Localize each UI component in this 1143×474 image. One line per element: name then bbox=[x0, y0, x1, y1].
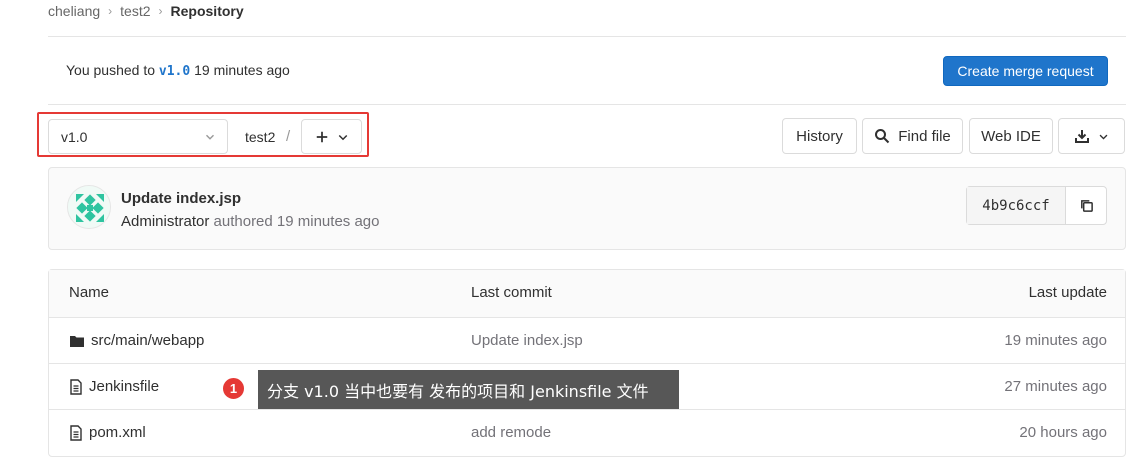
updated-time: 20 hours ago bbox=[1019, 424, 1107, 441]
table-row[interactable]: pom.xml add remode 20 hours ago bbox=[49, 409, 1125, 455]
push-notice: You pushed to v1.0 19 minutes ago bbox=[66, 62, 290, 79]
annotation-number-badge: 1 bbox=[221, 376, 246, 401]
find-file-button[interactable]: Find file bbox=[862, 118, 963, 154]
push-notice-prefix: You pushed to bbox=[66, 62, 159, 78]
header-name: Name bbox=[69, 284, 110, 301]
copy-sha-button[interactable] bbox=[1066, 187, 1106, 224]
file-icon bbox=[70, 378, 82, 395]
file-icon bbox=[70, 424, 82, 441]
divider bbox=[48, 104, 1126, 105]
breadcrumb-item-project[interactable]: test2 bbox=[120, 3, 150, 19]
commit-message-link[interactable]: Update index.jsp bbox=[471, 332, 583, 349]
breadcrumb-item-namespace[interactable]: cheliang bbox=[48, 3, 100, 19]
commit-time: authored 19 minutes ago bbox=[209, 213, 380, 230]
avatar[interactable] bbox=[67, 185, 111, 229]
file-name-link[interactable]: Jenkinsfile bbox=[69, 378, 159, 395]
breadcrumb: cheliang › test2 › Repository bbox=[48, 2, 244, 20]
copy-icon bbox=[1080, 200, 1093, 212]
header-last-commit: Last commit bbox=[471, 284, 552, 301]
chevron-down-icon bbox=[1099, 134, 1108, 140]
push-notice-suffix: 19 minutes ago bbox=[190, 62, 290, 78]
file-name-link[interactable]: pom.xml bbox=[69, 424, 146, 441]
chevron-right-icon: › bbox=[158, 4, 163, 18]
folder-name: src/main/webapp bbox=[91, 332, 205, 349]
commit-sha[interactable]: 4b9c6ccf bbox=[967, 187, 1066, 224]
commit-meta: Administrator authored 19 minutes ago bbox=[121, 213, 379, 230]
download-icon bbox=[1075, 130, 1089, 143]
commit-sha-group: 4b9c6ccf bbox=[966, 186, 1107, 225]
folder-icon bbox=[70, 335, 84, 347]
divider bbox=[48, 36, 1126, 37]
find-file-label: Find file bbox=[898, 127, 951, 145]
create-merge-request-button[interactable]: Create merge request bbox=[943, 56, 1108, 86]
file-name-link[interactable]: src/main/webapp bbox=[69, 332, 204, 349]
annotation-tooltip: 分支 v1.0 当中也要有 发布的项目和 Jenkinsfile 文件 bbox=[258, 370, 679, 409]
history-button[interactable]: History bbox=[782, 118, 857, 154]
identicon bbox=[68, 186, 110, 228]
chevron-right-icon: › bbox=[108, 4, 113, 18]
updated-time: 19 minutes ago bbox=[1004, 332, 1107, 349]
file-name: pom.xml bbox=[89, 424, 146, 441]
pushed-branch-link[interactable]: v1.0 bbox=[159, 64, 190, 79]
commit-title-link[interactable]: Update index.jsp bbox=[121, 190, 241, 207]
annotation-highlight-box bbox=[37, 112, 369, 157]
table-header: Name Last commit Last update bbox=[49, 270, 1125, 317]
commit-message-link[interactable]: add remode bbox=[471, 424, 551, 441]
updated-time: 27 minutes ago bbox=[1004, 378, 1107, 395]
web-ide-button[interactable]: Web IDE bbox=[969, 118, 1053, 154]
table-row[interactable]: src/main/webapp Update index.jsp 19 minu… bbox=[49, 317, 1125, 363]
header-last-update: Last update bbox=[1028, 284, 1107, 301]
file-name: Jenkinsfile bbox=[89, 378, 160, 395]
file-tree-table: Name Last commit Last update src/main/we… bbox=[48, 269, 1126, 457]
breadcrumb-current[interactable]: Repository bbox=[171, 3, 244, 19]
last-commit-panel bbox=[48, 167, 1126, 250]
search-icon bbox=[875, 129, 890, 144]
commit-author-link[interactable]: Administrator bbox=[121, 213, 209, 230]
download-dropdown-button[interactable] bbox=[1058, 118, 1125, 154]
